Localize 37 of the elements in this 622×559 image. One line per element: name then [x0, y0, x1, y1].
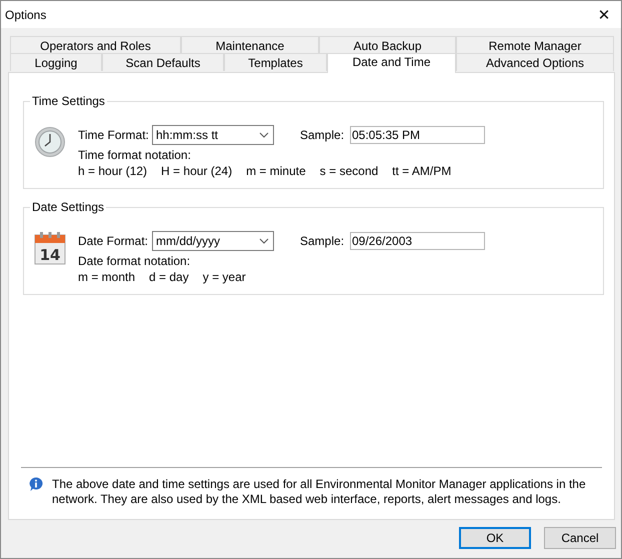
- chevron-down-icon: [259, 238, 269, 244]
- tab[interactable]: Date and Time: [327, 53, 456, 73]
- tab[interactable]: Advanced Options: [456, 53, 614, 71]
- notation-item: H = hour (24): [161, 164, 232, 178]
- chevron-down-icon: [259, 132, 269, 138]
- format-label: Time Format:: [78, 128, 146, 142]
- group-title: Date Settings: [30, 200, 106, 214]
- tab[interactable]: Logging: [10, 53, 102, 71]
- notation-item: m = minute: [246, 164, 306, 178]
- notation-item: y = year: [202, 270, 246, 284]
- window-title: Options: [5, 8, 46, 22]
- sample-field[interactable]: 09/26/2003: [350, 232, 485, 250]
- group-title: Time Settings: [30, 94, 107, 108]
- notation-title: Time format notation:: [78, 148, 192, 162]
- tab[interactable]: Scan Defaults: [102, 53, 224, 71]
- sample-label: Sample:: [300, 128, 344, 142]
- format-label: Date Format:: [78, 234, 146, 248]
- notation-item: tt = AM/PM: [392, 164, 452, 178]
- dialog-button[interactable]: Cancel: [544, 527, 616, 549]
- tab[interactable]: Remote Manager: [456, 36, 614, 54]
- sample-label: Sample:: [300, 234, 344, 248]
- sample-field[interactable]: 05:05:35 PM: [350, 126, 485, 144]
- clock-icon: [34, 125, 66, 159]
- tab[interactable]: Auto Backup: [319, 36, 456, 54]
- format-dropdown[interactable]: hh:mm:ss tt: [152, 125, 274, 145]
- notation-item: h = hour (12): [78, 164, 148, 178]
- dialog-button[interactable]: OK: [459, 527, 531, 549]
- info-icon: [29, 477, 43, 492]
- format-dropdown[interactable]: mm/dd/yyyy: [152, 231, 274, 251]
- notation-item: s = second: [320, 164, 378, 178]
- notation-title: Date format notation:: [78, 254, 192, 268]
- notation-item: m = month: [78, 270, 136, 284]
- tab[interactable]: Operators and Roles: [10, 36, 181, 54]
- info-text: The above date and time settings are used for all Environmental Monitor Manager applications in the network. They are also used by the XML based web interface, reports, alert messages and logs.: [52, 477, 587, 508]
- tab[interactable]: Maintenance: [181, 36, 319, 54]
- notation-item: d = day: [149, 270, 189, 284]
- tab[interactable]: Templates: [224, 53, 327, 71]
